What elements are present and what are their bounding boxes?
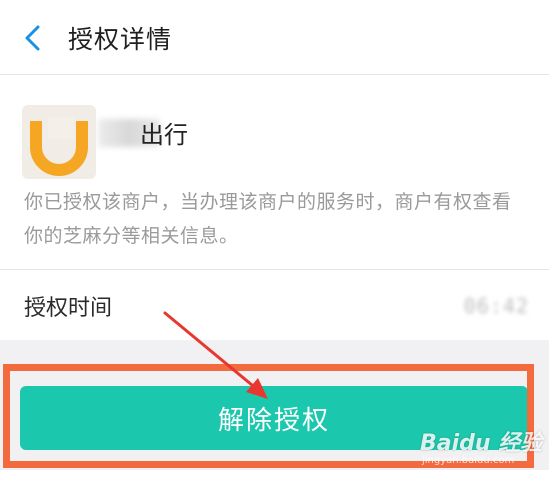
merchant-name: 出行	[140, 121, 188, 149]
watermark-brand: Baidu 经验	[420, 431, 543, 456]
auth-time-label: 授权时间	[24, 296, 113, 321]
watermark-url: jingyan.baidu.com	[422, 455, 515, 466]
chevron-left-icon	[25, 25, 40, 51]
merchant-card: 出行 你已授权该商户，当办理该商户的服务时，商户有权查看你的芝麻分等相关信息。	[0, 75, 549, 270]
auth-time-row: 授权时间 06:42	[0, 270, 549, 340]
header-bar: 授权详情	[0, 0, 549, 75]
page-title: 授权详情	[68, 25, 173, 54]
back-button[interactable]	[18, 22, 50, 54]
merchant-description: 你已授权该商户，当办理该商户的服务时，商户有权查看你的芝麻分等相关信息。	[24, 191, 512, 247]
baidu-jingyan-watermark: Baidu 经验 jingyan.baidu.com	[420, 425, 544, 473]
authorization-detail-screen: 授权详情 出行 你已授权该商户，当办理该商户的服务时，商户有权查看你的芝麻分等相…	[0, 0, 549, 478]
merchant-logo-icon	[22, 105, 96, 179]
auth-time-value: 06:42	[463, 294, 529, 318]
